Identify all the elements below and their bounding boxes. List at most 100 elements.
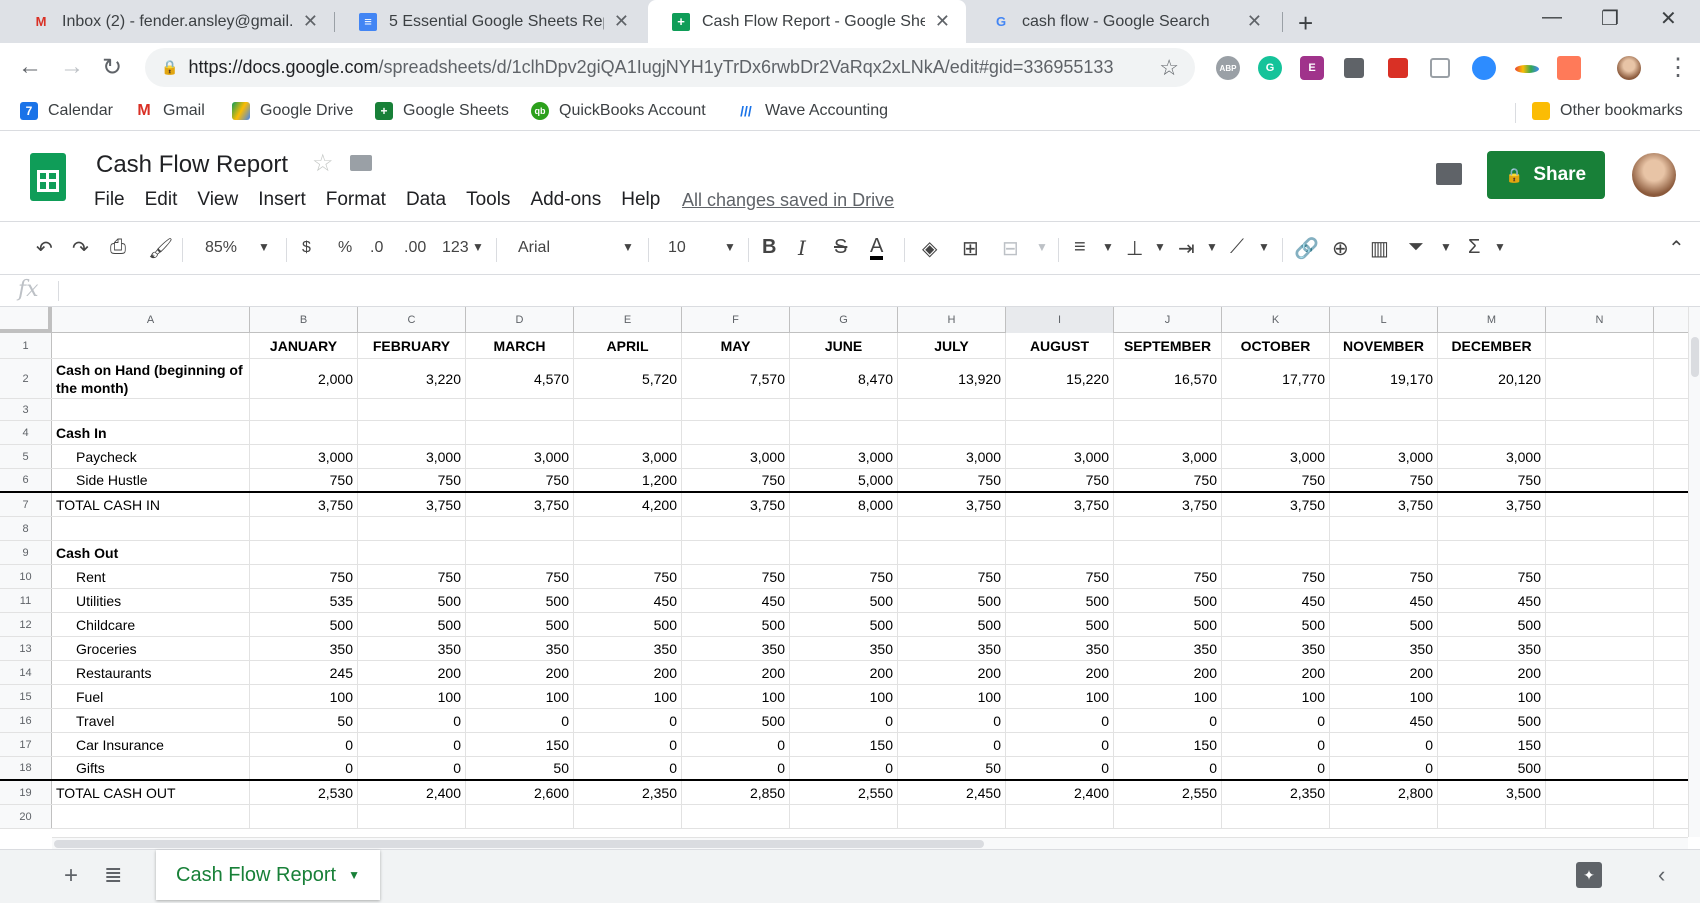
- cell-i13[interactable]: 350: [1006, 637, 1114, 660]
- save-status-link[interactable]: All changes saved in Drive: [682, 190, 894, 211]
- zoom-icon[interactable]: [1472, 56, 1496, 80]
- cell-h12[interactable]: 500: [898, 613, 1006, 636]
- cell-b9[interactable]: [250, 541, 358, 564]
- cell-l18[interactable]: 0: [1330, 757, 1438, 779]
- cell-g1[interactable]: JUNE: [790, 333, 898, 358]
- print-icon[interactable]: ⎙: [110, 236, 126, 259]
- cell-n19[interactable]: [1546, 781, 1654, 804]
- cell-l14[interactable]: 200: [1330, 661, 1438, 684]
- cell-g6[interactable]: 5,000: [790, 469, 898, 491]
- cell-g5[interactable]: 3,000: [790, 445, 898, 468]
- column-header-n[interactable]: N: [1546, 307, 1654, 333]
- cell-g3[interactable]: [790, 399, 898, 420]
- folder-icon[interactable]: [350, 155, 372, 171]
- cell-j11[interactable]: 500: [1114, 589, 1222, 612]
- cell-c3[interactable]: [358, 399, 466, 420]
- cell-m18[interactable]: 500: [1438, 757, 1546, 779]
- close-icon[interactable]: ✕: [303, 11, 318, 32]
- strikethrough-icon[interactable]: S: [834, 236, 847, 259]
- cell-f2[interactable]: 7,570: [682, 359, 790, 398]
- google-sheets-logo-icon[interactable]: [30, 153, 66, 201]
- cell-d11[interactable]: 500: [466, 589, 574, 612]
- row-header[interactable]: 16: [0, 709, 52, 732]
- cell-k10[interactable]: 750: [1222, 565, 1330, 588]
- cell-f8[interactable]: [682, 517, 790, 540]
- cell-i3[interactable]: [1006, 399, 1114, 420]
- merge-cells-icon[interactable]: ⊟: [1002, 236, 1019, 261]
- cell-h4[interactable]: [898, 421, 1006, 444]
- cell-d7[interactable]: 3,750: [466, 493, 574, 516]
- percent-format-button[interactable]: %: [338, 239, 352, 257]
- cell-m5[interactable]: 3,000: [1438, 445, 1546, 468]
- close-icon[interactable]: ✕: [1247, 11, 1262, 32]
- cell-n9[interactable]: [1546, 541, 1654, 564]
- cell-j14[interactable]: 200: [1114, 661, 1222, 684]
- cell-c7[interactable]: 3,750: [358, 493, 466, 516]
- italic-icon[interactable]: I: [798, 236, 806, 260]
- row-header[interactable]: 1: [0, 333, 52, 358]
- cell-f9[interactable]: [682, 541, 790, 564]
- row-header[interactable]: 18: [0, 757, 52, 779]
- cell-n14[interactable]: [1546, 661, 1654, 684]
- cell-l1[interactable]: NOVEMBER: [1330, 333, 1438, 358]
- more-menu-icon[interactable]: ⋮: [1666, 53, 1690, 82]
- chevron-down-icon[interactable]: ▼: [622, 240, 634, 254]
- cell-d2[interactable]: 4,570: [466, 359, 574, 398]
- column-header-d[interactable]: D: [466, 307, 574, 333]
- cell-a6[interactable]: Side Hustle: [52, 469, 250, 491]
- borders-icon[interactable]: ⊞: [962, 236, 979, 261]
- cell-c9[interactable]: [358, 541, 466, 564]
- cell-k9[interactable]: [1222, 541, 1330, 564]
- cell-g4[interactable]: [790, 421, 898, 444]
- cell-e20[interactable]: [574, 805, 682, 828]
- star-icon[interactable]: ☆: [312, 149, 334, 178]
- row-header[interactable]: 14: [0, 661, 52, 684]
- cell-m10[interactable]: 750: [1438, 565, 1546, 588]
- hubspot-icon[interactable]: [1557, 56, 1581, 80]
- cell-k13[interactable]: 350: [1222, 637, 1330, 660]
- cell-n18[interactable]: [1546, 757, 1654, 779]
- redo-icon[interactable]: ↷: [72, 236, 89, 261]
- cell-f7[interactable]: 3,750: [682, 493, 790, 516]
- vertical-align-icon[interactable]: ⊥: [1126, 236, 1143, 261]
- cell-d10[interactable]: 750: [466, 565, 574, 588]
- cell-j20[interactable]: [1114, 805, 1222, 828]
- cell-j1[interactable]: SEPTEMBER: [1114, 333, 1222, 358]
- text-wrapping-icon[interactable]: ⇥: [1178, 236, 1195, 261]
- cell-g8[interactable]: [790, 517, 898, 540]
- functions-icon[interactable]: Σ: [1468, 236, 1480, 259]
- cell-a8[interactable]: [52, 517, 250, 540]
- cell-d13[interactable]: 350: [466, 637, 574, 660]
- cell-h7[interactable]: 3,750: [898, 493, 1006, 516]
- cell-d1[interactable]: MARCH: [466, 333, 574, 358]
- row-header[interactable]: 17: [0, 733, 52, 756]
- cell-j6[interactable]: 750: [1114, 469, 1222, 491]
- cell-m4[interactable]: [1438, 421, 1546, 444]
- reload-icon[interactable]: ↻: [102, 53, 122, 82]
- cell-c12[interactable]: 500: [358, 613, 466, 636]
- cell-a20[interactable]: [52, 805, 250, 828]
- cell-g19[interactable]: 2,550: [790, 781, 898, 804]
- row-header[interactable]: 15: [0, 685, 52, 708]
- spreadsheet-grid[interactable]: ABCDEFGHIJKLMN 1 JANUARY FEBRUARY MARCH APRI…: [0, 307, 1688, 837]
- cell-b20[interactable]: [250, 805, 358, 828]
- cell-e4[interactable]: [574, 421, 682, 444]
- all-sheets-button[interactable]: ≣: [104, 862, 122, 888]
- cell-h5[interactable]: 3,000: [898, 445, 1006, 468]
- bookmark-star-icon[interactable]: ☆: [1159, 55, 1179, 81]
- cell-b4[interactable]: [250, 421, 358, 444]
- menu-tools[interactable]: Tools: [466, 189, 510, 211]
- cell-k5[interactable]: 3,000: [1222, 445, 1330, 468]
- cell-d8[interactable]: [466, 517, 574, 540]
- url-input[interactable]: 🔒 https://docs.google.com/spreadsheets/d…: [145, 48, 1195, 87]
- chevron-down-icon[interactable]: ▼: [472, 240, 484, 254]
- comments-icon[interactable]: [1436, 163, 1462, 185]
- cell-n13[interactable]: [1546, 637, 1654, 660]
- cell-b17[interactable]: 0: [250, 733, 358, 756]
- row-header[interactable]: 5: [0, 445, 52, 468]
- cell-l16[interactable]: 450: [1330, 709, 1438, 732]
- cell-d20[interactable]: [466, 805, 574, 828]
- column-header-f[interactable]: F: [682, 307, 790, 333]
- column-header-b[interactable]: B: [250, 307, 358, 333]
- font-size-select[interactable]: 10: [668, 239, 686, 257]
